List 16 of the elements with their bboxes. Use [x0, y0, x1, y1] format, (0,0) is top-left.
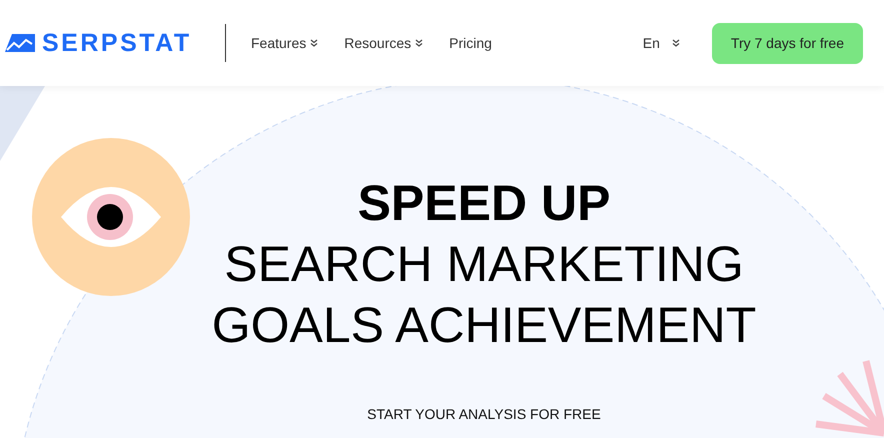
hero-title: SPEED UP — [358, 174, 610, 233]
double-chevron-icon — [310, 39, 318, 47]
nav-link[interactable]: Pricing — [449, 35, 492, 51]
nav-link[interactable]: Resources — [344, 35, 424, 51]
eye-icon — [31, 137, 191, 297]
nav-link[interactable]: Features — [251, 35, 318, 51]
sunburst-icon — [814, 358, 884, 438]
double-chevron-icon — [415, 39, 424, 47]
language-selector[interactable]: En — [642, 35, 680, 51]
hero-subtitle: START YOUR ANALYSIS FOR FREE — [367, 406, 601, 422]
hero-title-line: GOALS ACHIEVEMENT — [212, 296, 756, 355]
logo-text[interactable]: SERPSTAT — [42, 28, 192, 58]
hero-title-line: SEARCH MARKETING — [224, 235, 744, 294]
double-chevron-icon — [672, 39, 680, 47]
trial-button[interactable]: Try 7 days for free — [712, 22, 863, 64]
chart-arrow-icon — [4, 33, 36, 53]
